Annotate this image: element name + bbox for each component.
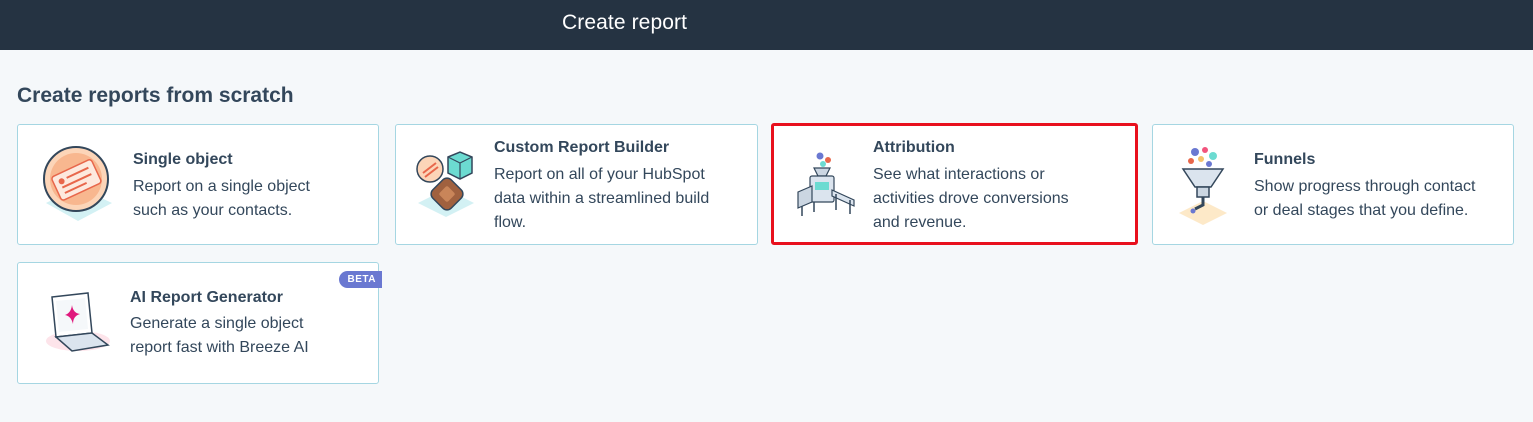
card-title: Custom Report Builder [494,139,670,156]
custom-report-builder-icon [416,151,474,217]
card-description: Show progress through contact or deal st… [1254,178,1476,219]
card-description: Report on all of your HubSpot data withi… [494,166,710,231]
card-ai-report-generator[interactable]: BETA AI Report Generator Generate a sing… [17,262,382,384]
top-bar: Create report [0,0,1533,50]
beta-badge: BETA [338,271,382,288]
section-title: Create reports from scratch [17,84,294,107]
card-title: AI Report Generator [130,289,283,306]
card-title: Attribution [873,139,955,156]
card-title: Funnels [1254,151,1316,168]
card-title: Single object [133,151,233,168]
funnel-icon [1179,147,1227,225]
card-attribution[interactable]: Attribution See what interactions or act… [771,123,1138,245]
card-funnels[interactable]: Funnels Show progress through contact or… [1152,124,1514,245]
single-object-icon [43,146,112,221]
card-single-object[interactable]: Single object Report on a single object … [17,124,379,245]
card-custom-report-builder[interactable]: Custom Report Builder Report on all of y… [395,124,758,245]
card-description: See what interactions or activities drov… [873,166,1069,231]
card-description: Report on a single object such as your c… [133,178,310,219]
laptop-sparkle-icon [46,292,110,352]
attribution-icon [797,152,855,216]
page-header-title: Create report [562,11,688,34]
card-description: Generate a single object report fast wit… [130,315,309,356]
